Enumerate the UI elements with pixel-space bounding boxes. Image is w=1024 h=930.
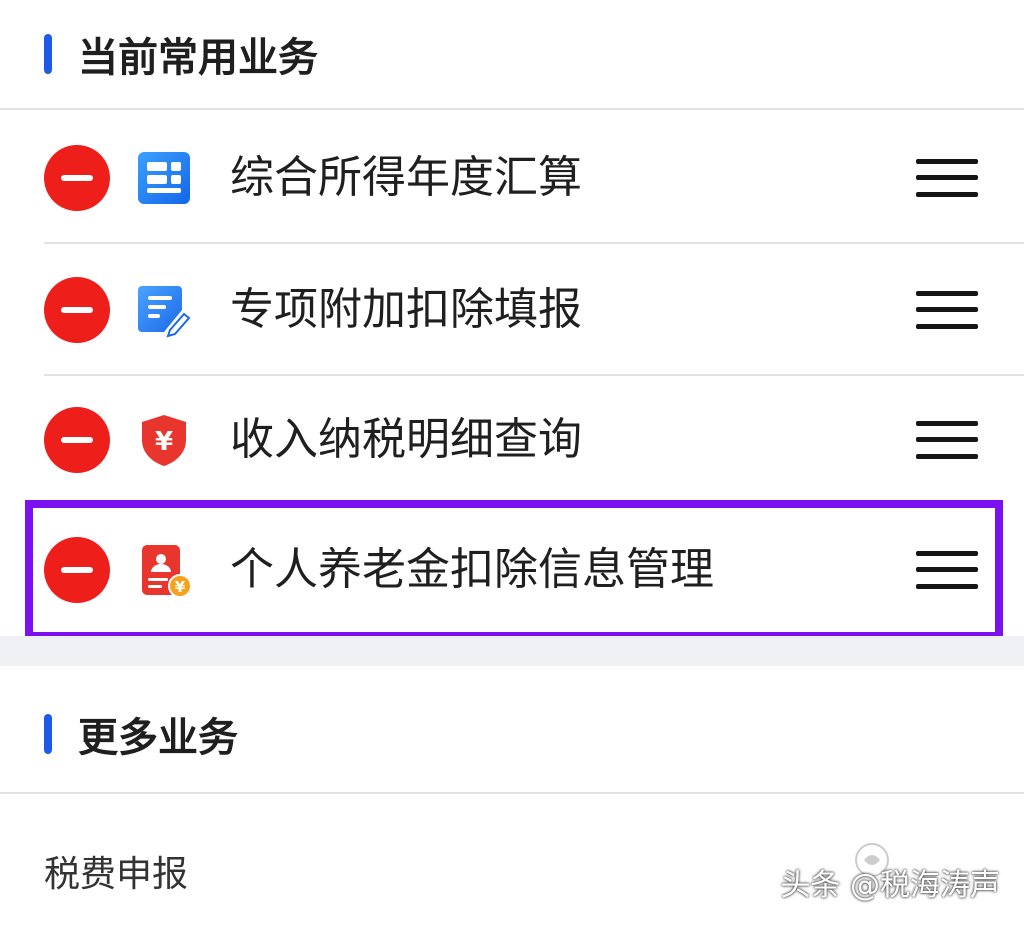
- drag-handle-icon[interactable]: [916, 421, 978, 459]
- list-item[interactable]: 专项附加扣除填报: [0, 244, 1024, 376]
- section-header-more: 更多业务: [0, 680, 1024, 788]
- watermark-text: 头条 @税海涛声: [780, 868, 1000, 903]
- form-edit-icon: [136, 282, 192, 338]
- id-card-yen-icon: ¥: [136, 542, 192, 598]
- grid-icon: [136, 150, 192, 206]
- divider: [0, 108, 1024, 110]
- section-title: 更多业务: [78, 715, 238, 761]
- section-accent-bar: [44, 714, 52, 754]
- section-separator: [0, 636, 1024, 666]
- item-label: 专项附加扣除填报: [230, 284, 582, 335]
- divider: [0, 792, 1024, 794]
- list-item[interactable]: 综合所得年度汇算: [0, 112, 1024, 244]
- item-label: 综合所得年度汇算: [230, 152, 582, 203]
- list-item-tax-filing[interactable]: 税费申报: [44, 820, 188, 930]
- drag-handle-icon[interactable]: [916, 551, 978, 589]
- section-title: 当前常用业务: [78, 35, 318, 81]
- remove-icon[interactable]: [44, 407, 110, 473]
- shield-yen-icon: ¥: [136, 412, 192, 468]
- item-label: 个人养老金扣除信息管理: [230, 544, 714, 595]
- drag-handle-icon[interactable]: [916, 159, 978, 197]
- remove-icon[interactable]: [44, 537, 110, 603]
- remove-icon[interactable]: [44, 277, 110, 343]
- list-item[interactable]: ¥ 个人养老金扣除信息管理: [0, 504, 1024, 636]
- drag-handle-icon[interactable]: [916, 291, 978, 329]
- remove-icon[interactable]: [44, 145, 110, 211]
- svg-text:¥: ¥: [175, 578, 186, 596]
- section-header-current: 当前常用业务: [0, 0, 1024, 108]
- item-label: 收入纳税明细查询: [230, 414, 582, 465]
- section-accent-bar: [44, 34, 52, 74]
- svg-text:¥: ¥: [155, 427, 173, 457]
- list-item[interactable]: ¥ 收入纳税明细查询: [0, 374, 1024, 506]
